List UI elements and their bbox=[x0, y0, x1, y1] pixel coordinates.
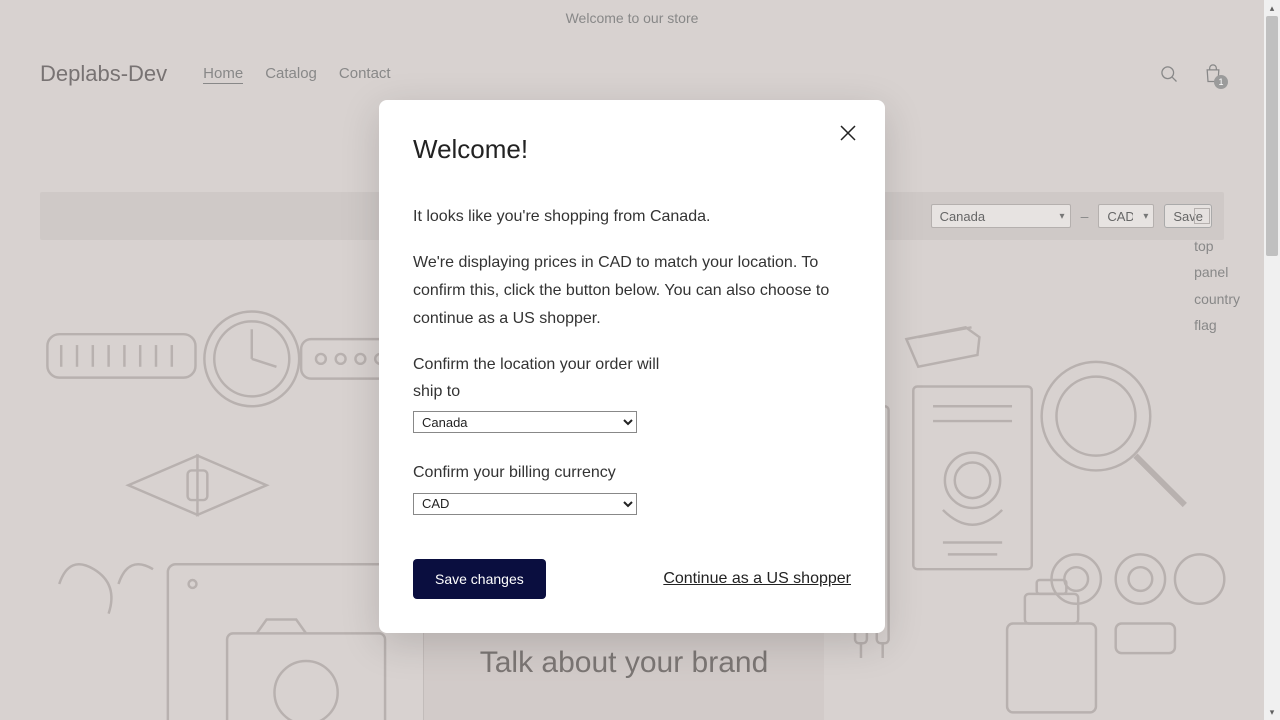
continue-us-shopper-link[interactable]: Continue as a US shopper bbox=[663, 570, 851, 588]
scrollbar-down-icon[interactable]: ▾ bbox=[1264, 704, 1280, 720]
modal-paragraph-2: We're displaying prices in CAD to match … bbox=[413, 249, 851, 333]
modal-overlay: Welcome! It looks like you're shopping f… bbox=[0, 0, 1264, 720]
location-select[interactable]: Canada bbox=[413, 411, 637, 433]
location-label: Confirm the location your order will shi… bbox=[413, 351, 851, 405]
scrollbar-up-icon[interactable]: ▴ bbox=[1264, 0, 1280, 16]
currency-select[interactable]: CAD bbox=[413, 493, 637, 515]
scrollbar-thumb[interactable] bbox=[1266, 16, 1278, 256]
scrollbar-track[interactable]: ▴ ▾ bbox=[1264, 0, 1280, 720]
close-icon[interactable] bbox=[839, 124, 863, 148]
modal-paragraph-1: It looks like you're shopping from Canad… bbox=[413, 203, 851, 231]
modal-title: Welcome! bbox=[413, 134, 851, 165]
currency-label: Confirm your billing currency bbox=[413, 459, 851, 486]
save-changes-button[interactable]: Save changes bbox=[413, 559, 546, 599]
welcome-modal: Welcome! It looks like you're shopping f… bbox=[379, 100, 885, 633]
